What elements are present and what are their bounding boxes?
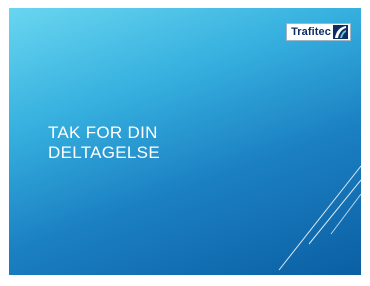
decorative-line-2 — [308, 179, 361, 245]
logo-text: Trafitec — [291, 26, 331, 38]
presentation-slide: Trafitec TAK FOR DIN DELTAGELSE — [9, 8, 361, 275]
decorative-line-1 — [278, 165, 361, 271]
slide-title-line-1: TAK FOR DIN — [48, 123, 158, 142]
decorative-line-3 — [330, 193, 361, 235]
trafitec-logo: Trafitec — [286, 23, 351, 41]
trafitec-swoosh-icon — [333, 25, 348, 39]
slide-title: TAK FOR DIN DELTAGELSE — [48, 123, 160, 163]
slide-title-line-2: DELTAGELSE — [48, 143, 160, 162]
